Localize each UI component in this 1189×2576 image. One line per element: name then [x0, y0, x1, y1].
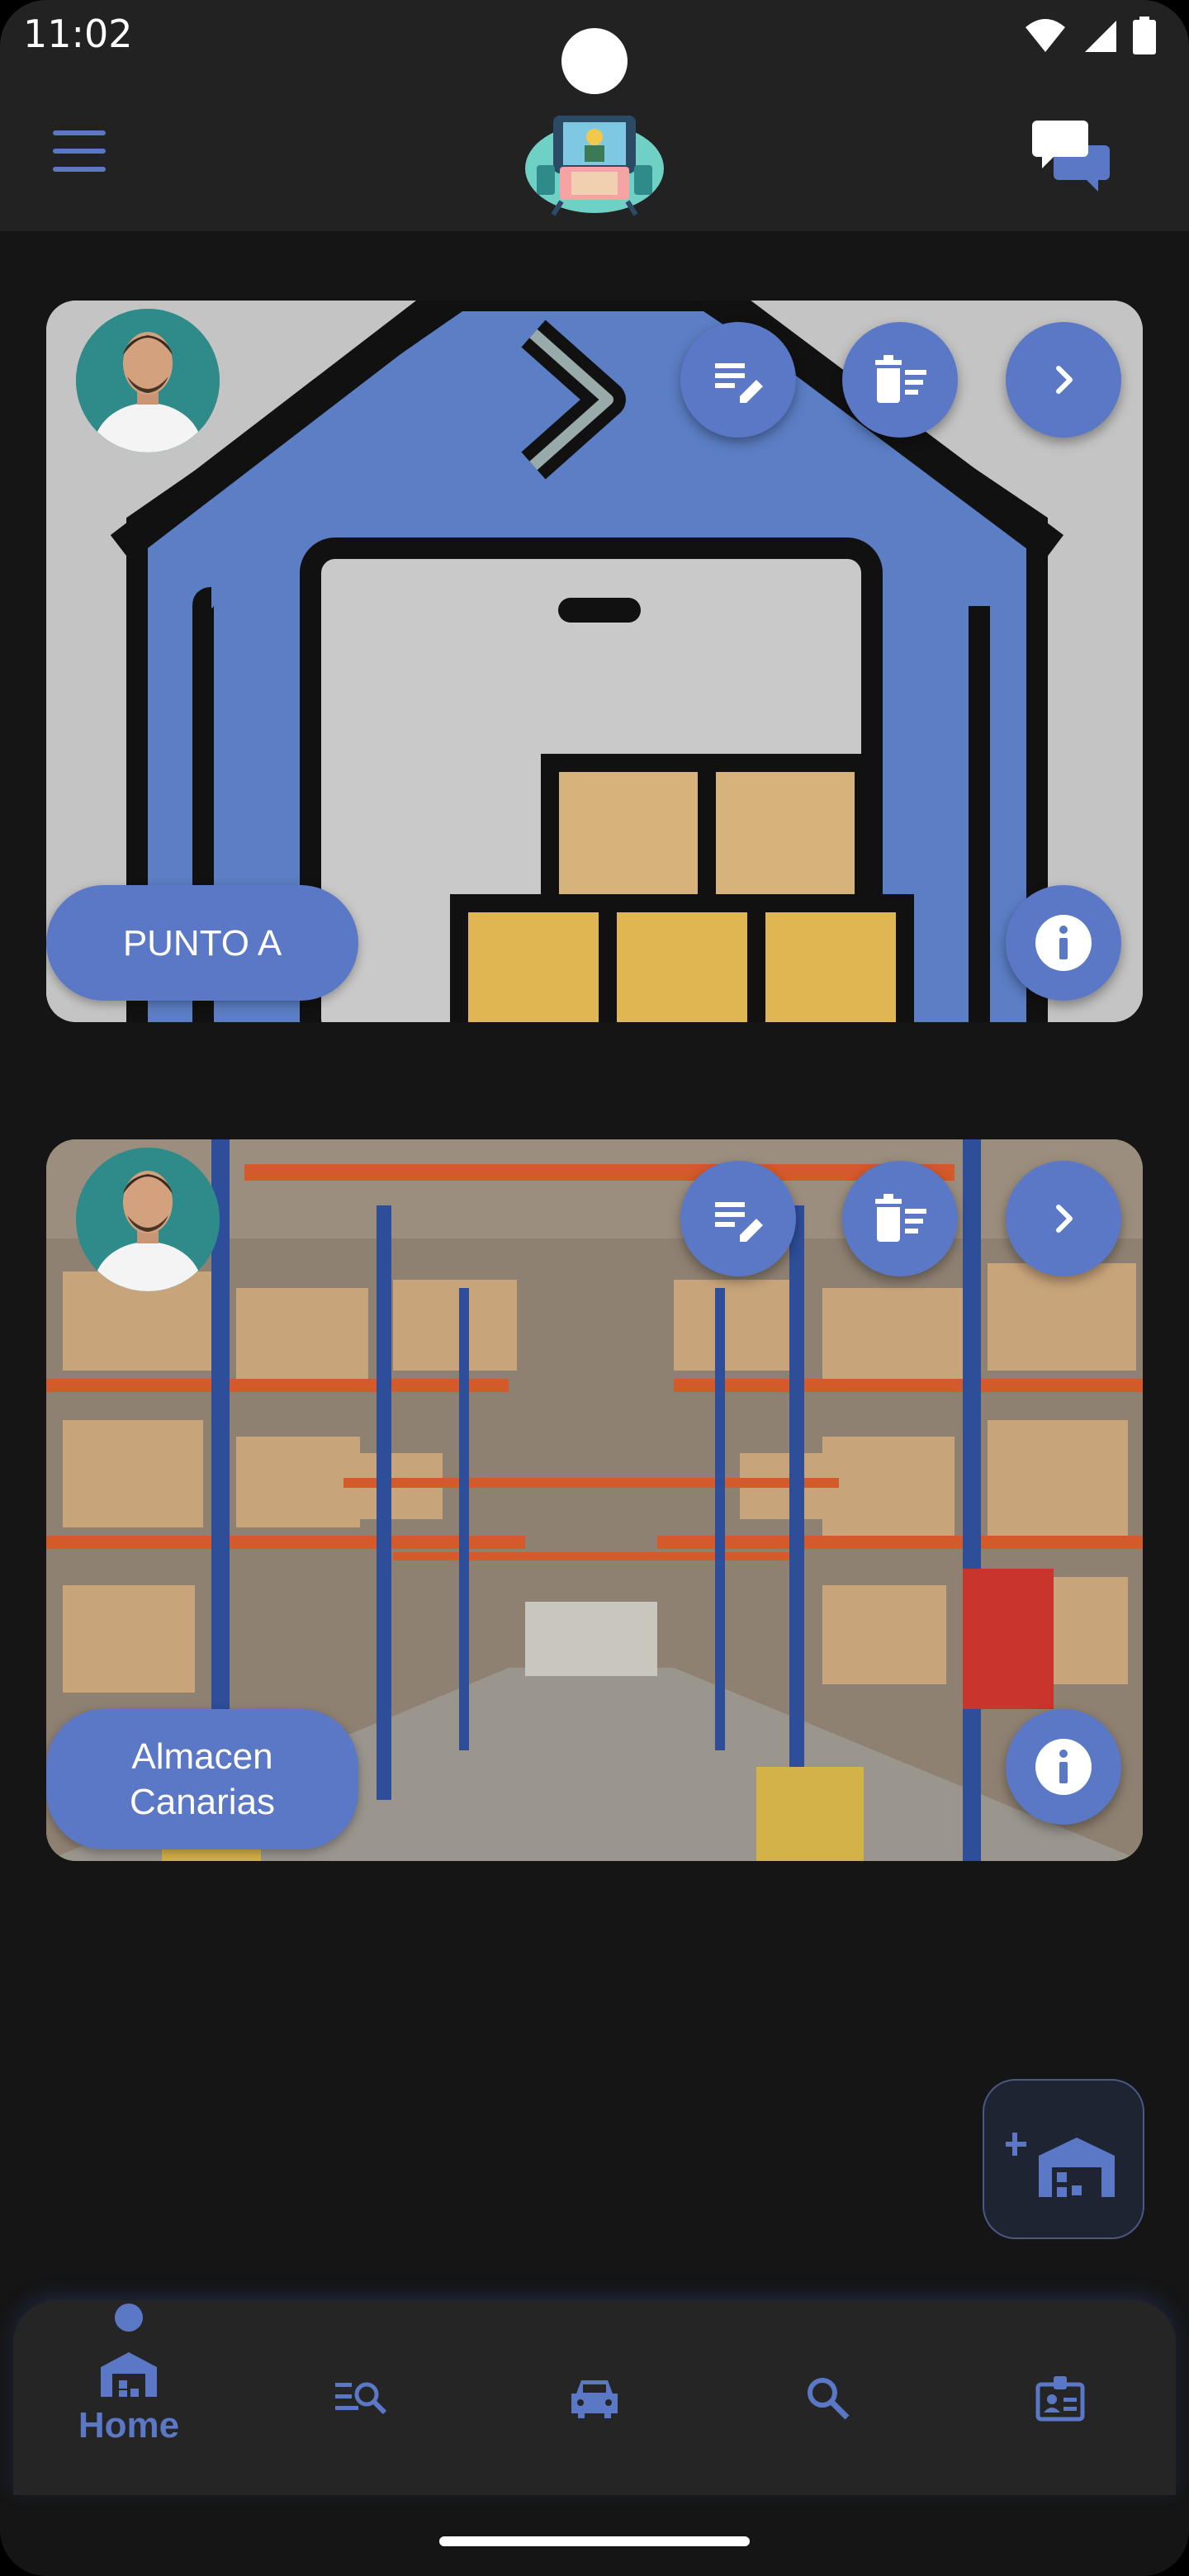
gesture-home-bar[interactable] [439, 2536, 750, 2546]
chevron-right-icon [1056, 366, 1073, 394]
warehouse-card[interactable]: Almacen Canarias [46, 1139, 1143, 1861]
edit-note-icon [715, 1202, 763, 1242]
badge-icon [1035, 2376, 1085, 2422]
app-logo-icon [525, 116, 664, 216]
open-button[interactable] [1006, 1161, 1121, 1276]
edit-note-icon [715, 363, 763, 403]
nav-search[interactable] [712, 2300, 943, 2495]
nav-home[interactable]: Home [13, 2300, 244, 2495]
warehouse-card[interactable]: PUNTO A [46, 301, 1143, 1022]
car-icon [571, 2380, 618, 2418]
chat-bubbles-icon[interactable] [1030, 112, 1113, 195]
signal-icon [1085, 21, 1116, 52]
wifi-icon [1026, 19, 1065, 52]
nav-vehicles[interactable] [479, 2300, 710, 2495]
status-time: 11:02 [23, 12, 133, 56]
bottom-navigation: Home [13, 2300, 1176, 2495]
avatar [76, 1148, 220, 1291]
chevron-right-icon [1056, 1205, 1073, 1233]
edit-button[interactable] [680, 322, 796, 438]
edit-button[interactable] [680, 1161, 796, 1276]
active-indicator [115, 2304, 143, 2332]
status-icons [1024, 17, 1156, 54]
search-icon [808, 2378, 850, 2420]
info-icon [1035, 1739, 1092, 1795]
add-warehouse-button[interactable] [983, 2079, 1144, 2239]
nav-manage-search[interactable] [246, 2300, 477, 2495]
delete-button[interactable] [842, 322, 958, 438]
delete-sweep-icon [875, 355, 926, 403]
delete-button[interactable] [842, 1161, 958, 1276]
delete-sweep-icon [875, 1194, 926, 1242]
nav-profile[interactable] [945, 2300, 1176, 2495]
app-screen: 11:02 PUNTO A Almacen Canarias Home [0, 0, 1189, 2576]
open-button[interactable] [1006, 322, 1121, 438]
info-button[interactable] [1006, 1709, 1121, 1825]
warehouse-home-icon [101, 2352, 157, 2397]
warehouse-name: Almacen Canarias [46, 1709, 358, 1849]
front-camera [561, 28, 628, 94]
add-warehouse-icon [1006, 2133, 1115, 2197]
avatar [76, 309, 220, 452]
hamburger-menu-icon[interactable] [46, 124, 112, 178]
manage-search-icon [335, 2382, 387, 2415]
info-icon [1035, 915, 1092, 971]
info-button[interactable] [1006, 885, 1121, 1001]
battery-icon [1133, 17, 1156, 54]
warehouse-name: PUNTO A [46, 885, 358, 1001]
nav-home-label: Home [78, 2405, 180, 2446]
